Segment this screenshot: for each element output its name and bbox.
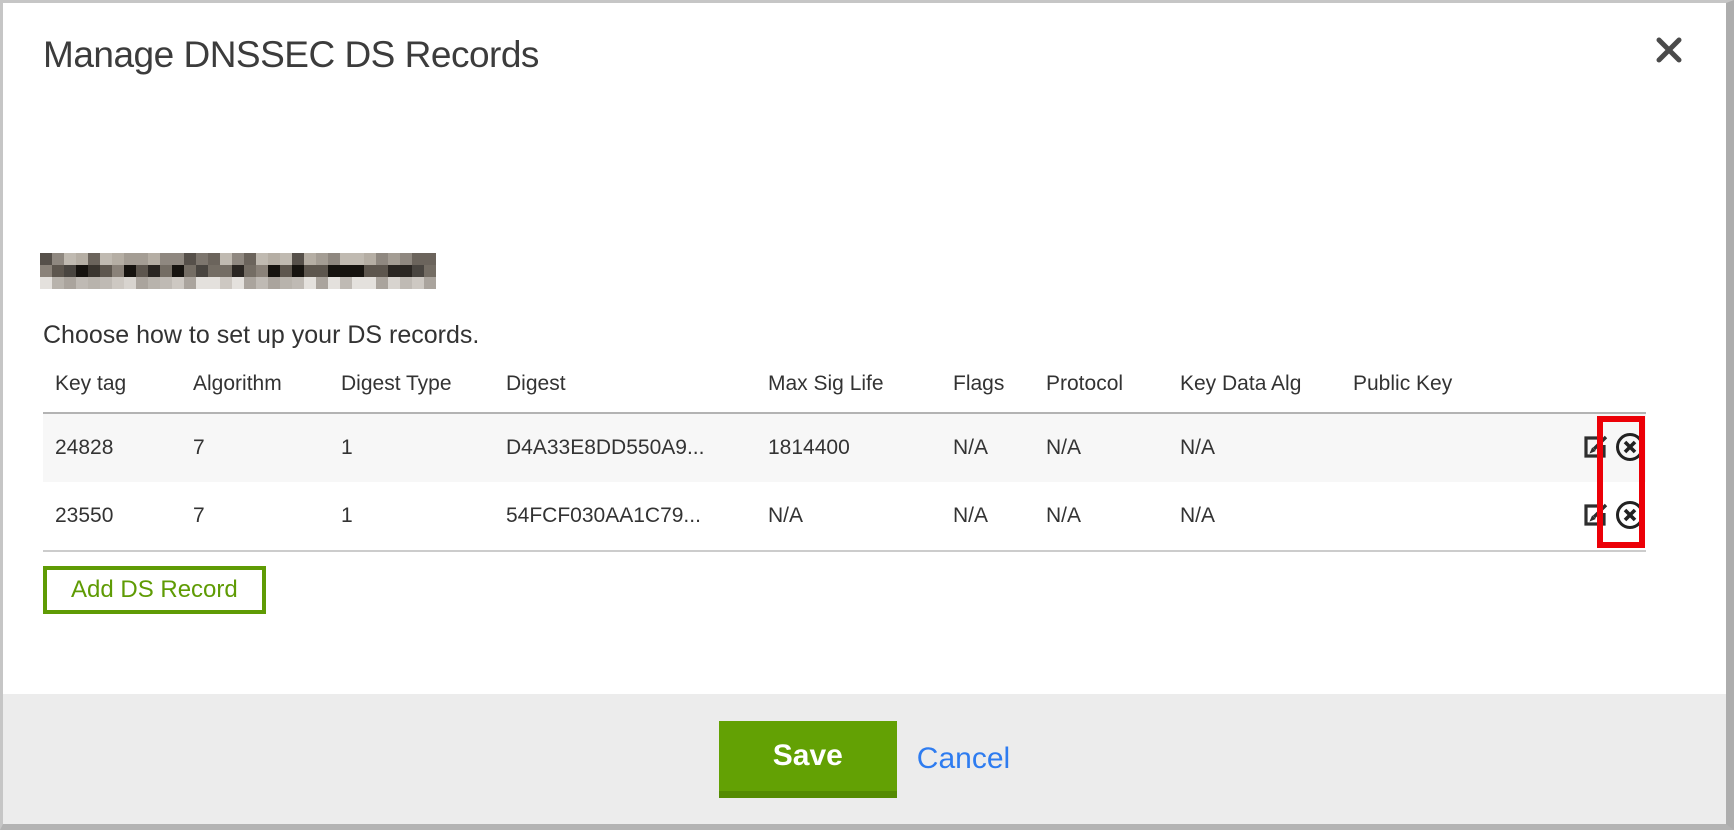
table-header-row: Key tag Algorithm Digest Type Digest Max…	[43, 362, 1646, 413]
cell-key-data-alg: N/A	[1168, 482, 1341, 551]
cell-algorithm: 7	[181, 482, 329, 551]
edit-icon	[1579, 499, 1611, 534]
col-header-protocol: Protocol	[1034, 362, 1168, 413]
cell-algorithm: 7	[181, 413, 329, 482]
cell-flags: N/A	[941, 413, 1034, 482]
cell-public-key	[1341, 413, 1571, 482]
manage-dnssec-modal: Manage DNSSEC DS Records Choose how to s…	[0, 0, 1734, 830]
col-header-actions	[1571, 362, 1646, 413]
col-header-flags: Flags	[941, 362, 1034, 413]
edit-record-button[interactable]	[1579, 499, 1611, 533]
save-button[interactable]: Save	[719, 721, 897, 798]
delete-icon	[1614, 431, 1646, 466]
cell-public-key	[1341, 482, 1571, 551]
col-header-max-sig-life: Max Sig Life	[756, 362, 941, 413]
cell-flags: N/A	[941, 482, 1034, 551]
delete-icon	[1614, 499, 1646, 534]
cell-actions	[1571, 482, 1646, 551]
ds-records-table-wrap: Key tag Algorithm Digest Type Digest Max…	[43, 362, 1646, 552]
domain-name-redacted	[40, 253, 436, 289]
cell-key-tag: 24828	[43, 413, 181, 482]
cell-digest-type: 1	[329, 482, 494, 551]
close-icon	[1652, 33, 1686, 67]
table-row: 23550 7 1 54FCF030AA1C79... N/A N/A N/A …	[43, 482, 1646, 551]
instruction-text: Choose how to set up your DS records.	[43, 321, 1726, 350]
cell-key-tag: 23550	[43, 482, 181, 551]
col-header-digest-type: Digest Type	[329, 362, 494, 413]
cell-max-sig-life: 1814400	[756, 413, 941, 482]
cell-actions	[1571, 413, 1646, 482]
modal-footer: Save Cancel	[3, 694, 1726, 824]
cell-protocol: N/A	[1034, 482, 1168, 551]
table-row: 24828 7 1 D4A33E8DD550A9... 1814400 N/A …	[43, 413, 1646, 482]
edit-icon	[1579, 431, 1611, 466]
cell-max-sig-life: N/A	[756, 482, 941, 551]
edit-record-button[interactable]	[1579, 431, 1611, 465]
page-title: Manage DNSSEC DS Records	[43, 33, 1726, 77]
cell-digest: D4A33E8DD550A9...	[494, 413, 756, 482]
ds-records-table: Key tag Algorithm Digest Type Digest Max…	[43, 362, 1646, 552]
cell-digest-type: 1	[329, 413, 494, 482]
cell-protocol: N/A	[1034, 413, 1168, 482]
col-header-key-data-alg: Key Data Alg	[1168, 362, 1341, 413]
col-header-key-tag: Key tag	[43, 362, 181, 413]
close-button[interactable]	[1652, 33, 1686, 67]
cancel-link[interactable]: Cancel	[917, 742, 1010, 776]
cell-key-data-alg: N/A	[1168, 413, 1341, 482]
col-header-public-key: Public Key	[1341, 362, 1571, 413]
col-header-digest: Digest	[494, 362, 756, 413]
delete-record-button[interactable]	[1614, 431, 1646, 465]
cell-digest: 54FCF030AA1C79...	[494, 482, 756, 551]
delete-record-button[interactable]	[1614, 499, 1646, 533]
col-header-algorithm: Algorithm	[181, 362, 329, 413]
add-ds-record-button[interactable]: Add DS Record	[43, 566, 266, 614]
